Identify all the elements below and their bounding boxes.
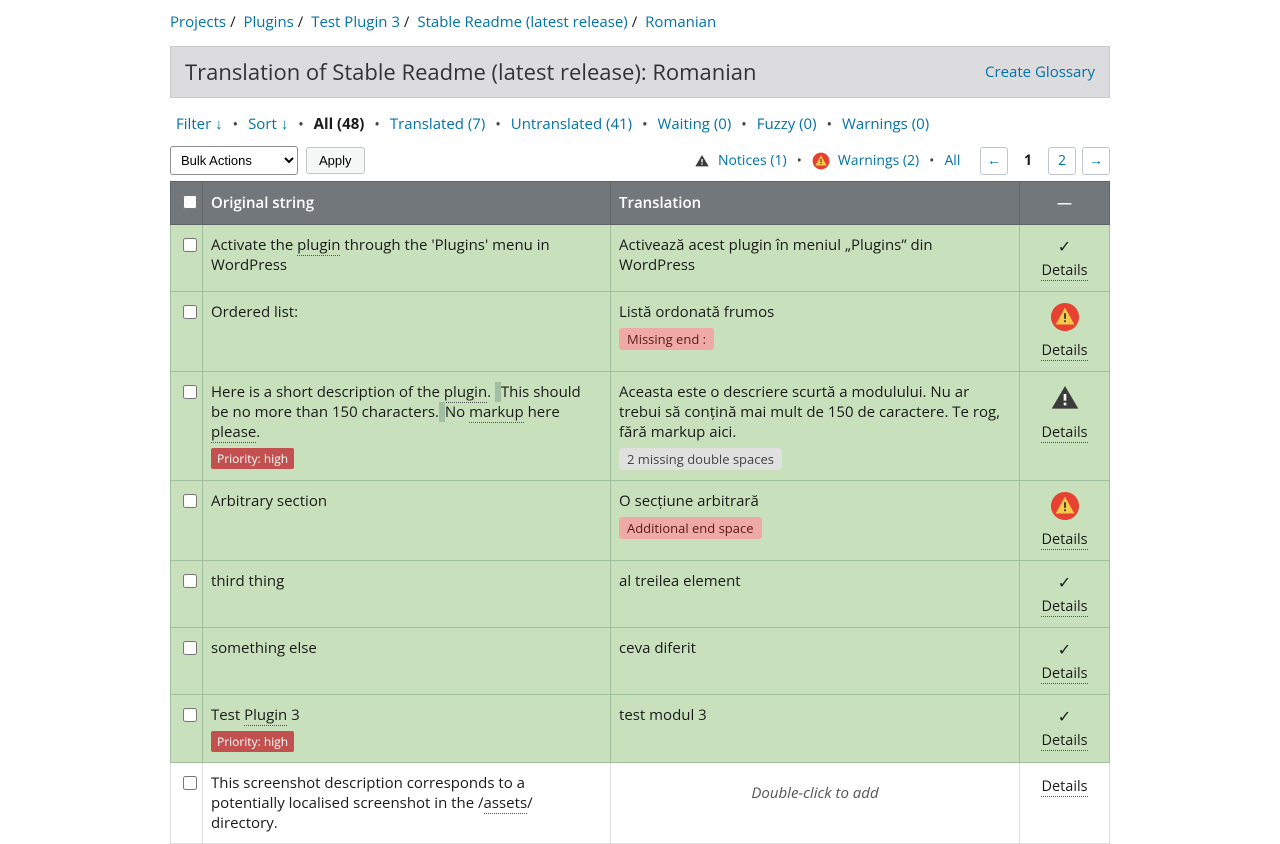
check-icon: ✓ xyxy=(1058,235,1071,257)
pager: ← 1 2 → xyxy=(980,147,1110,175)
check-icon: ✓ xyxy=(1058,638,1071,660)
details-link[interactable]: Details xyxy=(1041,777,1087,797)
breadcrumb-stable-readme[interactable]: Stable Readme (latest release) xyxy=(417,12,627,32)
details-link[interactable]: Details xyxy=(1041,261,1087,281)
table-row[interactable]: Here is a short description of the plugi… xyxy=(171,372,1110,481)
breadcrumb-romanian[interactable]: Romanian xyxy=(645,12,716,32)
pager-next[interactable]: → xyxy=(1082,147,1110,175)
pager-current: 1 xyxy=(1014,147,1042,175)
filter-fuzzy[interactable]: Fuzzy (0) xyxy=(757,114,817,134)
original-string: third thing xyxy=(203,561,611,628)
details-link[interactable]: Details xyxy=(1041,664,1087,684)
row-checkbox[interactable] xyxy=(183,574,197,588)
warnings-link[interactable]: Warnings (2) xyxy=(838,151,919,170)
row-checkbox[interactable] xyxy=(183,305,197,319)
notice-badge: 2 missing double spaces xyxy=(619,448,782,470)
col-original: Original string xyxy=(203,182,611,225)
row-checkbox[interactable] xyxy=(183,238,197,252)
filter-untranslated[interactable]: Untranslated (41) xyxy=(511,114,632,134)
breadcrumb: Projects/ Plugins/ Test Plugin 3/ Stable… xyxy=(170,12,1110,32)
table-row[interactable]: Arbitrary section O secțiune arbitrară A… xyxy=(171,481,1110,561)
apply-button[interactable]: Apply xyxy=(306,147,365,174)
translation-string: test modul 3 xyxy=(611,695,1020,763)
warning-icon xyxy=(1050,506,1080,526)
title-bar: Translation of Stable Readme (latest rel… xyxy=(170,46,1110,98)
notices-link[interactable]: Notices (1) xyxy=(718,151,787,170)
row-checkbox[interactable] xyxy=(183,641,197,655)
details-link[interactable]: Details xyxy=(1041,731,1087,751)
legend-all[interactable]: All xyxy=(944,151,960,170)
warning-badge: Additional end space xyxy=(619,517,762,539)
translations-table: Original string Translation — Activate t… xyxy=(170,181,1110,844)
translation-string: al treilea element xyxy=(611,561,1020,628)
pager-prev[interactable]: ← xyxy=(980,147,1008,175)
breadcrumb-plugins[interactable]: Plugins xyxy=(244,12,294,32)
create-glossary-link[interactable]: Create Glossary xyxy=(985,62,1095,82)
filter-all[interactable]: All (48) xyxy=(314,114,365,134)
details-link[interactable]: Details xyxy=(1041,597,1087,617)
check-icon: ✓ xyxy=(1058,571,1071,593)
page-title: Translation of Stable Readme (latest rel… xyxy=(185,57,757,87)
table-row[interactable]: Test Plugin 3 Priority: high test modul … xyxy=(171,695,1110,763)
status-cell: ✓ Details xyxy=(1020,225,1110,292)
breadcrumb-projects[interactable]: Projects xyxy=(170,12,226,32)
translation-string: Listă ordonată frumos Missing end : xyxy=(611,292,1020,372)
row-checkbox[interactable] xyxy=(183,776,197,790)
notice-icon xyxy=(1049,399,1081,419)
original-string: Activate the plugin through the 'Plugins… xyxy=(203,225,611,292)
translation-empty[interactable]: Double-click to add xyxy=(611,763,1020,844)
priority-badge: Priority: high xyxy=(211,448,294,469)
filter-translated[interactable]: Translated (7) xyxy=(390,114,485,134)
details-link[interactable]: Details xyxy=(1041,423,1087,443)
warning-icon xyxy=(812,152,830,170)
original-string: This screenshot description corresponds … xyxy=(203,763,611,844)
original-string: Arbitrary section xyxy=(203,481,611,561)
row-checkbox[interactable] xyxy=(183,494,197,508)
check-icon: ✓ xyxy=(1058,705,1071,727)
filter-dropdown[interactable]: Filter ↓ xyxy=(176,114,223,134)
row-checkbox[interactable] xyxy=(183,385,197,399)
translation-string: Activează acest plugin în meniul „Plugin… xyxy=(611,225,1020,292)
col-translation: Translation xyxy=(611,182,1020,225)
row-checkbox[interactable] xyxy=(183,708,197,722)
warning-badge: Missing end : xyxy=(619,328,714,350)
translation-string: ceva diferit xyxy=(611,628,1020,695)
sort-dropdown[interactable]: Sort ↓ xyxy=(248,114,288,134)
filter-waiting[interactable]: Waiting (0) xyxy=(657,114,731,134)
details-link[interactable]: Details xyxy=(1041,530,1087,550)
notice-icon xyxy=(694,153,710,169)
original-string: Test Plugin 3 Priority: high xyxy=(203,695,611,763)
warning-icon xyxy=(1050,317,1080,337)
translation-string: Aceasta este o descriere scurtă a modulu… xyxy=(611,372,1020,481)
filter-bar: Filter ↓ • Sort ↓ • All (48) • Translate… xyxy=(170,114,1110,146)
table-row[interactable]: Ordered list: Listă ordonată frumos Miss… xyxy=(171,292,1110,372)
translation-string: O secțiune arbitrară Additional end spac… xyxy=(611,481,1020,561)
table-row[interactable]: third thing al treilea element ✓ Details xyxy=(171,561,1110,628)
priority-badge: Priority: high xyxy=(211,731,294,752)
details-link[interactable]: Details xyxy=(1041,341,1087,361)
table-row[interactable]: Activate the plugin through the 'Plugins… xyxy=(171,225,1110,292)
select-all-checkbox[interactable] xyxy=(183,195,197,209)
breadcrumb-test-plugin[interactable]: Test Plugin 3 xyxy=(311,12,400,32)
original-string: something else xyxy=(203,628,611,695)
original-string: Ordered list: xyxy=(203,292,611,372)
pager-page-2[interactable]: 2 xyxy=(1048,147,1076,175)
table-row[interactable]: something else ceva diferit ✓ Details xyxy=(171,628,1110,695)
bulk-actions-select[interactable]: Bulk Actions xyxy=(170,146,298,175)
table-row[interactable]: This screenshot description corresponds … xyxy=(171,763,1110,844)
col-status: — xyxy=(1020,182,1110,225)
filter-warnings[interactable]: Warnings (0) xyxy=(842,114,929,134)
original-string: Here is a short description of the plugi… xyxy=(203,372,611,481)
